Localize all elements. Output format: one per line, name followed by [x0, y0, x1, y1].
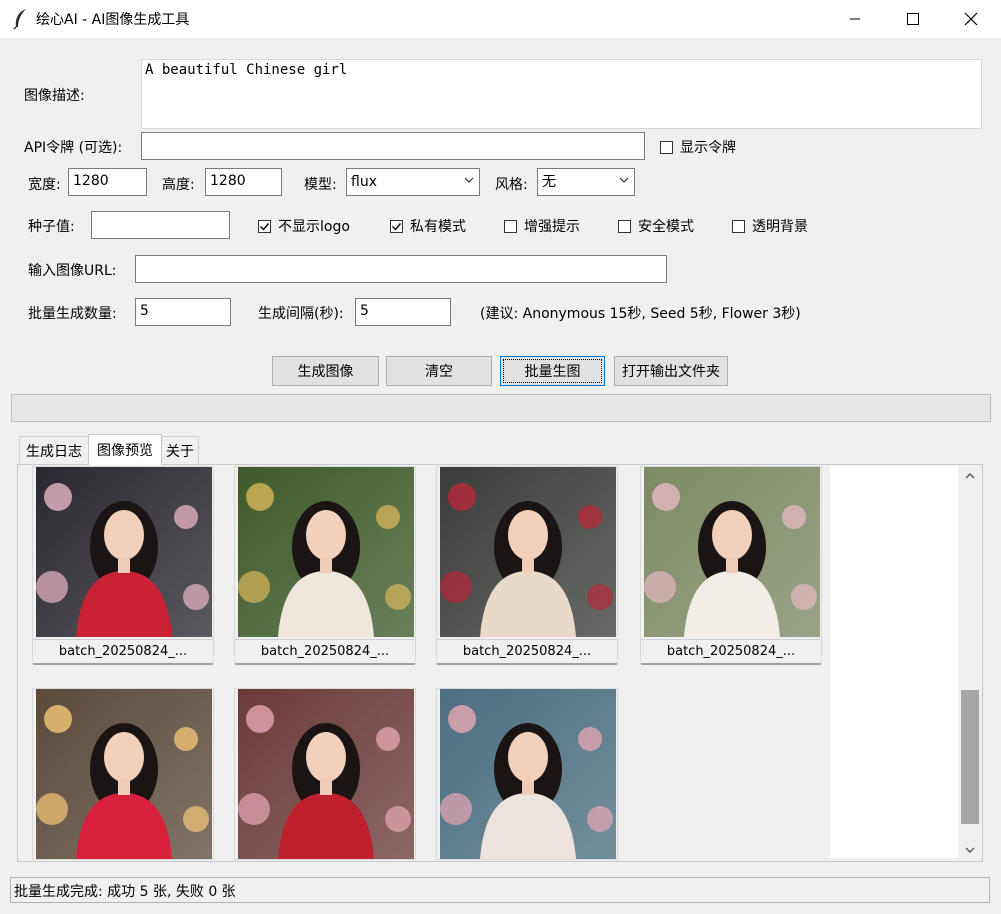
width-input[interactable]: 1280 — [68, 168, 147, 196]
width-label: 宽度: — [28, 177, 61, 193]
maximize-button[interactable] — [884, 0, 942, 38]
progress-bar — [11, 394, 991, 422]
style-label: 风格: — [495, 177, 528, 193]
image-url-label: 输入图像URL: — [28, 263, 117, 279]
checkbox-box[interactable] — [504, 219, 517, 233]
image-caption: batch_20250824_... — [437, 639, 617, 665]
show-token-label: 显示令牌 — [680, 140, 736, 156]
checkbox-box[interactable] — [618, 219, 631, 233]
generated-image[interactable] — [440, 467, 616, 637]
style-select[interactable]: 无 — [537, 168, 635, 196]
height-input[interactable]: 1280 — [205, 168, 282, 196]
prompt-label: 图像描述: — [24, 88, 85, 104]
image-thumbnail-card[interactable] — [32, 688, 214, 860]
chevron-down-icon[interactable] — [965, 846, 975, 854]
chevron-down-icon — [464, 177, 474, 183]
status-bar: 批量生成完成: 成功 5 张, 失败 0 张 — [10, 877, 990, 903]
open-output-folder-button[interactable]: 打开输出文件夹 — [614, 356, 728, 386]
checkmark-icon — [260, 222, 270, 231]
checkmark-icon — [392, 222, 402, 231]
minimize-icon — [850, 18, 860, 20]
generated-image[interactable] — [644, 467, 820, 637]
private-mode-checkbox[interactable]: 私有模式 — [390, 216, 466, 236]
seed-input[interactable] — [91, 211, 230, 239]
chevron-up-icon[interactable] — [965, 472, 975, 480]
batch-count-label: 批量生成数量: — [28, 306, 117, 322]
gallery-scrollbar[interactable] — [958, 466, 982, 860]
enhance-prompt-checkbox[interactable]: 增强提示 — [504, 216, 580, 236]
interval-label: 生成间隔(秒): — [258, 306, 344, 322]
generated-image[interactable] — [238, 689, 414, 859]
generate-button[interactable]: 生成图像 — [272, 356, 379, 386]
image-thumbnail-card[interactable]: batch_20250824_... — [32, 466, 214, 665]
maximize-icon — [907, 13, 919, 25]
minimize-button[interactable] — [826, 0, 884, 38]
checkbox-box[interactable] — [660, 140, 673, 154]
transparent-bg-checkbox[interactable]: 透明背景 — [732, 216, 808, 236]
hide-logo-label: 不显示logo — [278, 219, 350, 235]
height-label: 高度: — [162, 177, 195, 193]
seed-label: 种子值: — [28, 219, 75, 235]
prompt-textarea[interactable]: A beautiful Chinese girl — [141, 59, 982, 129]
image-thumbnail-card[interactable] — [234, 688, 416, 860]
image-thumbnail-card[interactable]: batch_20250824_... — [436, 466, 618, 665]
interval-hint: (建议: Anonymous 15秒, Seed 5秒, Flower 3秒) — [480, 306, 801, 322]
image-thumbnail-card[interactable] — [436, 688, 618, 860]
image-caption: batch_20250824_... — [641, 639, 821, 665]
style-select-value: 无 — [542, 174, 556, 190]
api-token-label: API令牌 (可选): — [24, 140, 123, 156]
gallery-empty-area — [830, 466, 958, 858]
image-caption: batch_20250824_... — [235, 639, 415, 665]
batch-count-input[interactable]: 5 — [135, 298, 231, 326]
tab-about[interactable]: 关于 — [161, 436, 199, 464]
model-label: 模型: — [304, 177, 337, 193]
hide-logo-checkbox[interactable]: 不显示logo — [258, 216, 350, 236]
close-icon — [964, 12, 978, 26]
checkbox-box[interactable] — [732, 219, 745, 233]
tab-image-preview[interactable]: 图像预览 — [88, 434, 162, 465]
feather-icon — [13, 9, 26, 30]
close-button[interactable] — [942, 0, 1000, 38]
generated-image[interactable] — [238, 467, 414, 637]
checkbox-box[interactable] — [258, 219, 271, 233]
batch-generate-button[interactable]: 批量生图 — [500, 356, 605, 386]
enhance-prompt-label: 增强提示 — [524, 219, 580, 235]
scrollbar-thumb[interactable] — [961, 690, 979, 824]
transparent-bg-label: 透明背景 — [752, 219, 808, 235]
tab-generation-log[interactable]: 生成日志 — [19, 436, 89, 464]
image-url-input[interactable] — [135, 255, 667, 283]
safe-mode-checkbox[interactable]: 安全模式 — [618, 216, 694, 236]
image-caption: batch_20250824_... — [33, 639, 213, 665]
safe-mode-label: 安全模式 — [638, 219, 694, 235]
clear-button[interactable]: 清空 — [386, 356, 492, 386]
generated-image[interactable] — [36, 689, 212, 859]
api-token-input[interactable] — [141, 132, 645, 160]
show-token-checkbox[interactable]: 显示令牌 — [660, 137, 736, 157]
generated-image[interactable] — [440, 689, 616, 859]
window-title: 绘心AI - AI图像生成工具 — [36, 12, 190, 28]
image-thumbnail-card[interactable]: batch_20250824_... — [234, 466, 416, 665]
title-bar: 绘心AI - AI图像生成工具 — [0, 0, 1001, 38]
private-mode-label: 私有模式 — [410, 219, 466, 235]
model-select-value: flux — [351, 174, 377, 190]
generated-image[interactable] — [36, 467, 212, 637]
model-select[interactable]: flux — [346, 168, 480, 196]
interval-input[interactable]: 5 — [355, 298, 451, 326]
checkbox-box[interactable] — [390, 219, 403, 233]
image-thumbnail-card[interactable]: batch_20250824_... — [640, 466, 822, 665]
chevron-down-icon — [619, 177, 629, 183]
